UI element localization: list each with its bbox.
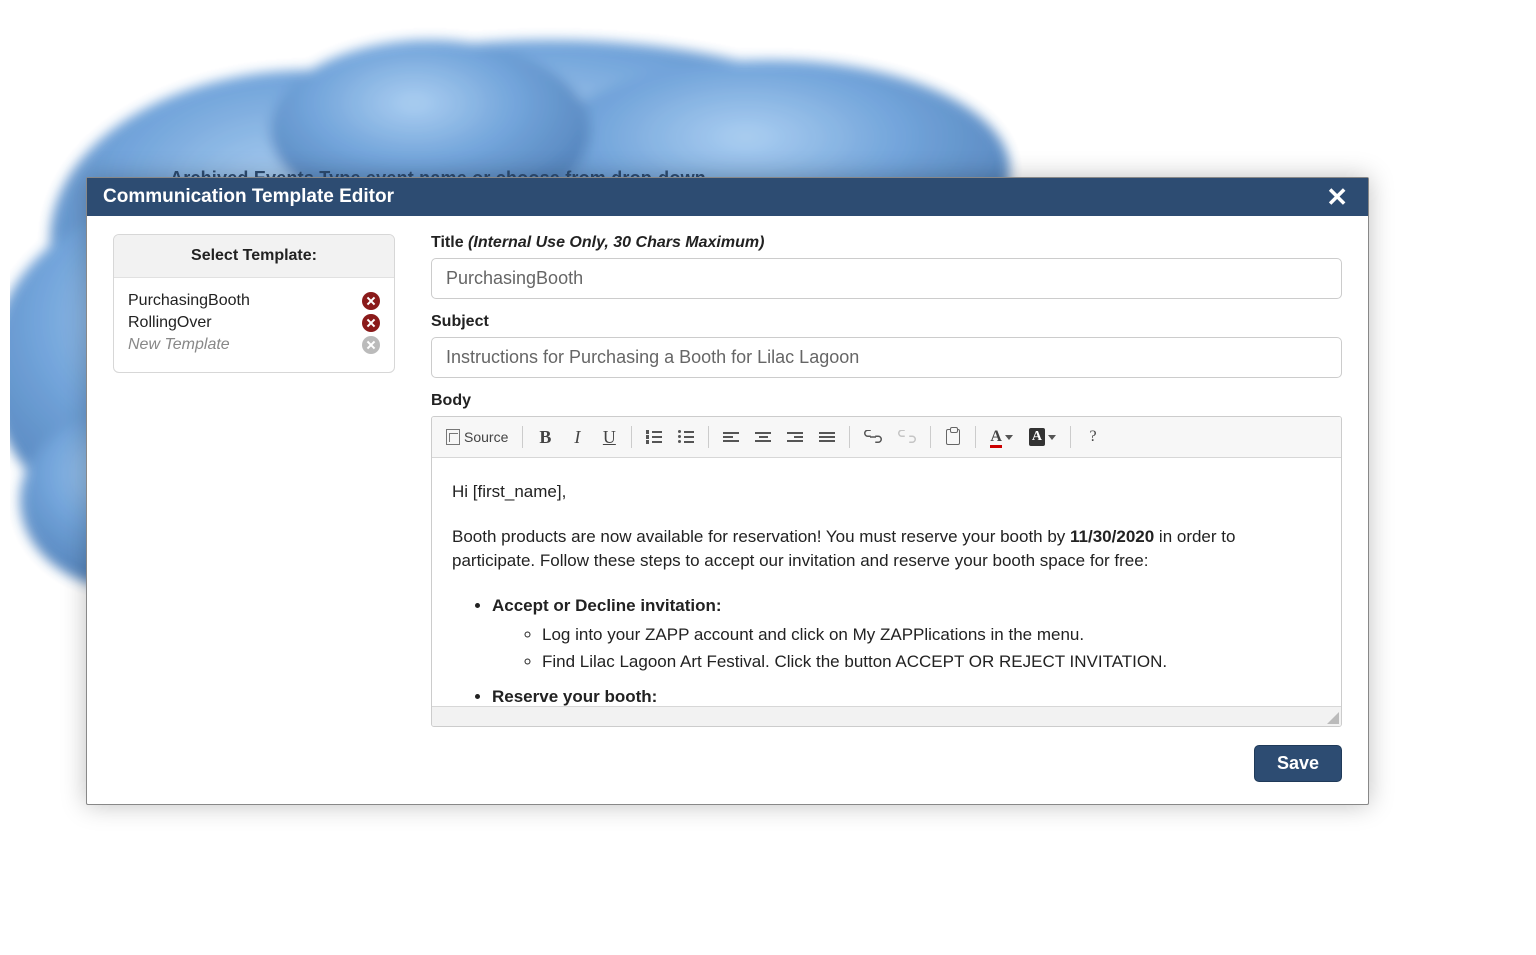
- delete-icon[interactable]: [362, 314, 380, 332]
- body-step-1: Accept or Decline invitation: Log into y…: [492, 594, 1321, 675]
- body-step-1-sub: Find Lilac Lagoon Art Festival. Click th…: [542, 650, 1321, 675]
- close-icon[interactable]: ✕: [1322, 184, 1352, 210]
- save-button[interactable]: Save: [1254, 745, 1342, 782]
- align-right-icon: [787, 430, 803, 444]
- template-list-panel: Select Template: PurchasingBooth Rolling…: [113, 234, 395, 373]
- template-name: RollingOver: [128, 314, 212, 332]
- modal-title: Communication Template Editor: [103, 186, 394, 208]
- editor-footer: [432, 706, 1341, 726]
- text-color-icon: A: [990, 428, 1002, 446]
- editor-toolbar: Source B I U: [432, 417, 1341, 458]
- numbered-list-icon: [646, 428, 662, 446]
- unlink-button[interactable]: [892, 423, 922, 451]
- bulleted-list-icon: [678, 428, 694, 446]
- unlink-icon: [898, 430, 916, 444]
- italic-button[interactable]: I: [563, 423, 591, 451]
- template-item[interactable]: PurchasingBooth: [128, 290, 380, 312]
- underline-button[interactable]: U: [595, 423, 623, 451]
- toolbar-separator: [631, 426, 632, 448]
- template-list: PurchasingBooth RollingOver New Template: [114, 278, 394, 372]
- link-button[interactable]: [858, 423, 888, 451]
- chevron-down-icon: [1005, 435, 1013, 440]
- source-icon: [446, 429, 460, 445]
- body-editor-area[interactable]: Hi [first_name], Booth products are now …: [432, 458, 1341, 706]
- help-button[interactable]: ?: [1079, 423, 1107, 451]
- align-justify-icon: [819, 430, 835, 444]
- chevron-down-icon: [1048, 435, 1056, 440]
- template-list-header: Select Template:: [114, 235, 394, 278]
- body-label: Body: [431, 392, 1342, 410]
- paste-from-word-button[interactable]: [939, 423, 967, 451]
- toolbar-separator: [849, 426, 850, 448]
- bold-button[interactable]: B: [531, 423, 559, 451]
- source-button[interactable]: Source: [440, 423, 514, 451]
- template-editor-modal: Communication Template Editor ✕ Select T…: [86, 177, 1369, 805]
- subject-input[interactable]: [431, 337, 1342, 378]
- align-right-button[interactable]: [781, 423, 809, 451]
- delete-icon[interactable]: [362, 336, 380, 354]
- toolbar-separator: [708, 426, 709, 448]
- body-step-2: Reserve your booth:: [492, 685, 1321, 706]
- body-intro: Booth products are now available for res…: [452, 525, 1321, 574]
- editor-form: Title (Internal Use Only, 30 Chars Maxim…: [431, 234, 1342, 782]
- title-input[interactable]: [431, 258, 1342, 299]
- toolbar-separator: [1070, 426, 1071, 448]
- bulleted-list-button[interactable]: [672, 423, 700, 451]
- body-step-1-sub: Log into your ZAPP account and click on …: [542, 623, 1321, 648]
- toolbar-separator: [522, 426, 523, 448]
- align-center-icon: [755, 430, 771, 444]
- toolbar-separator: [975, 426, 976, 448]
- text-color-button[interactable]: A: [984, 423, 1019, 451]
- link-icon: [864, 430, 882, 444]
- template-name: PurchasingBooth: [128, 292, 250, 310]
- title-label: Title (Internal Use Only, 30 Chars Maxim…: [431, 234, 1342, 252]
- align-justify-button[interactable]: [813, 423, 841, 451]
- align-left-icon: [723, 430, 739, 444]
- toolbar-separator: [930, 426, 931, 448]
- numbered-list-button[interactable]: [640, 423, 668, 451]
- align-left-button[interactable]: [717, 423, 745, 451]
- align-center-button[interactable]: [749, 423, 777, 451]
- template-item-new[interactable]: New Template: [128, 334, 380, 356]
- background-color-button[interactable]: A: [1023, 423, 1062, 451]
- subject-label: Subject: [431, 313, 1342, 331]
- body-greeting: Hi [first_name],: [452, 480, 1321, 505]
- template-name: New Template: [128, 336, 230, 354]
- template-item[interactable]: RollingOver: [128, 312, 380, 334]
- resize-handle[interactable]: [1327, 712, 1339, 724]
- delete-icon[interactable]: [362, 292, 380, 310]
- background-color-icon: A: [1029, 428, 1045, 446]
- clipboard-icon: [946, 429, 960, 445]
- rich-text-editor: Source B I U: [431, 416, 1342, 727]
- modal-header: Communication Template Editor ✕: [87, 178, 1368, 216]
